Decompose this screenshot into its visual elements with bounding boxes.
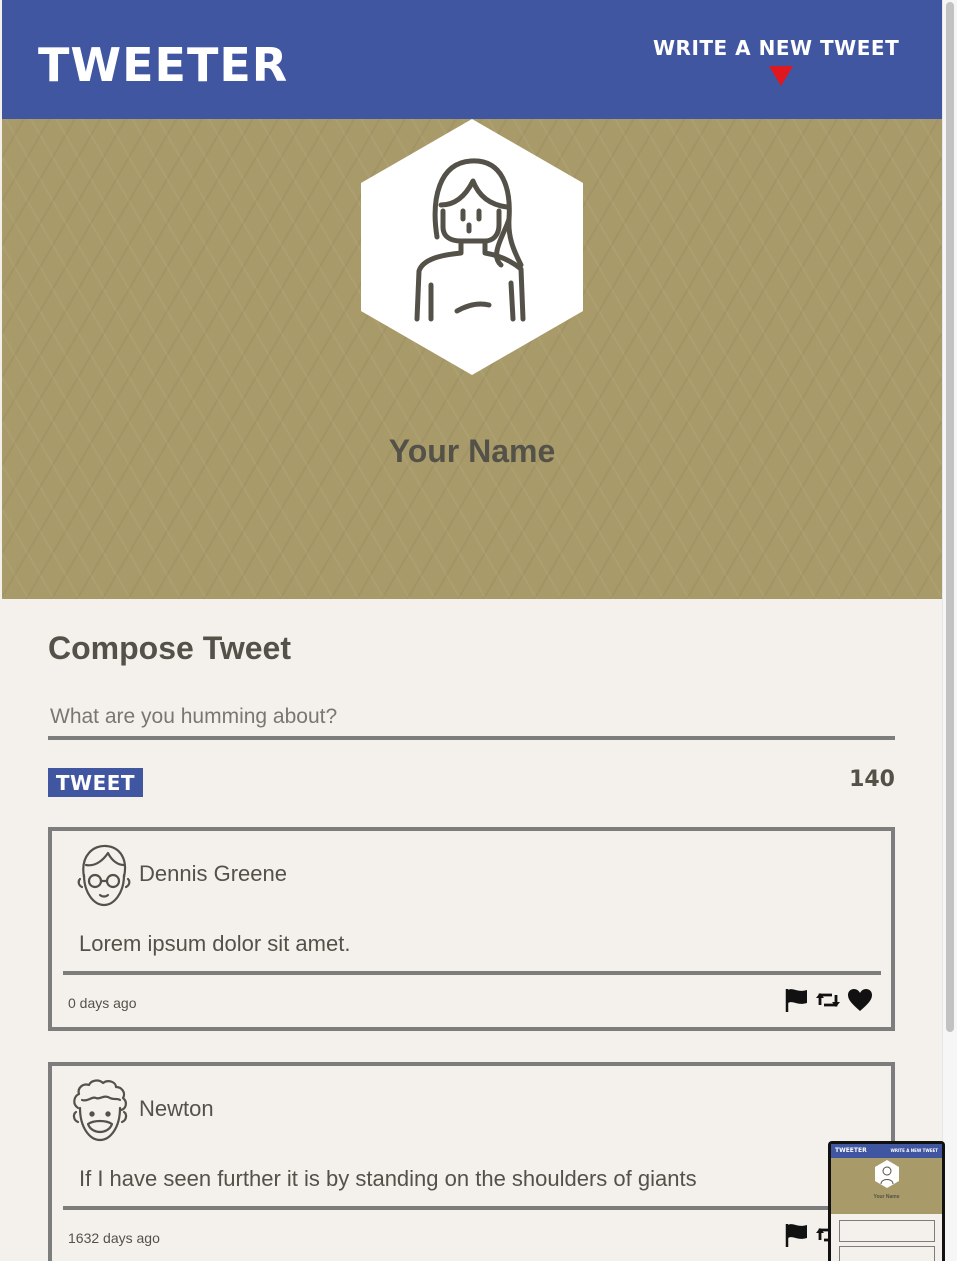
minimap-content: TWEETER WRITE A NEW TWEET Your Name [831,1144,942,1261]
minimap-profile-name: Your Name [873,1194,900,1200]
profile-name: Your Name [388,433,556,469]
person-with-glasses-icon [77,844,131,907]
character-counter: 140 [849,767,895,792]
minimap-tweet [839,1220,935,1242]
tweet-timestamp: 0 days ago [68,995,137,1011]
minimap-tweet [839,1246,935,1261]
tweet-actions [783,987,873,1013]
minimap-nav: TWEETER WRITE A NEW TWEET [831,1144,942,1158]
brand-logo[interactable]: TWEETER [38,38,288,92]
tweet-button[interactable]: TWEET [48,768,143,797]
tweet-timestamp: 1632 days ago [68,1230,160,1246]
minimap-compose-link: WRITE A NEW TWEET [890,1148,938,1153]
scrollbar-thumb[interactable] [946,2,954,1032]
page: TWEETER WRITE A NEW TWEET Your Name Comp… [0,0,942,1261]
flag-icon[interactable] [783,1222,809,1248]
minimap-profile: Your Name [831,1158,942,1214]
nav-bar: TWEETER WRITE A NEW TWEET [2,0,942,119]
tweet-text: Lorem ipsum dolor sit amet. [79,931,351,956]
vertical-scrollbar[interactable] [942,0,957,1261]
arrow-down-icon[interactable] [769,66,793,86]
tweet-card: Dennis Greene Lorem ipsum dolor sit amet… [48,827,895,1031]
tweet-card: Newton If I have seen further it is by s… [48,1062,895,1261]
minimap-avatar-icon [875,1160,899,1188]
profile-header: Your Name [2,119,942,599]
heart-icon[interactable] [847,987,873,1013]
tweet-divider [63,1206,881,1210]
tweet-divider [63,971,881,975]
tweet-author[interactable]: Dennis Greene [139,861,287,887]
retweet-icon[interactable] [815,987,841,1013]
tweet-author[interactable]: Newton [139,1096,214,1122]
tweet-text: If I have seen further it is by standing… [79,1166,697,1191]
write-new-tweet-link[interactable]: WRITE A NEW TWEET [653,36,899,60]
curly-hair-person-icon [72,1079,128,1142]
page-minimap[interactable]: TWEETER WRITE A NEW TWEET Your Name [828,1141,945,1261]
minimap-brand: TWEETER [835,1147,867,1154]
flag-icon[interactable] [783,987,809,1013]
compose-title: Compose Tweet [48,630,291,666]
tweet-input[interactable] [48,698,895,740]
profile-avatar [361,119,583,375]
